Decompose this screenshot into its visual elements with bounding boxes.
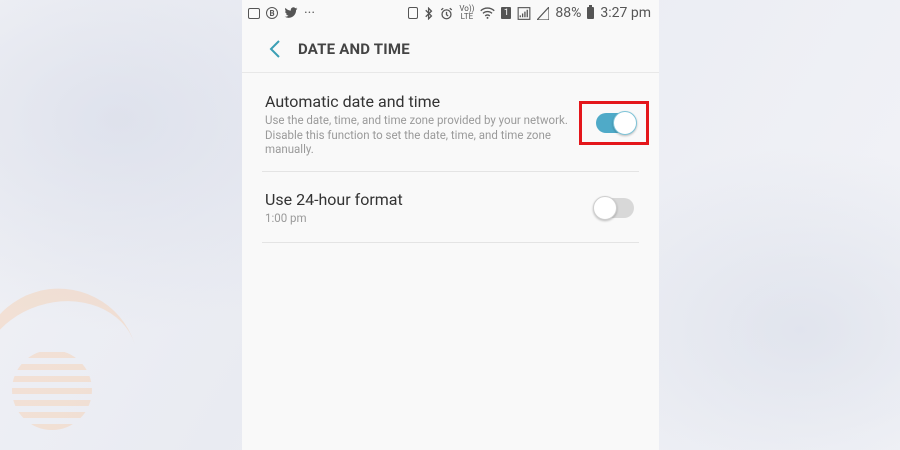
sim-slot-label: 1	[501, 7, 512, 19]
highlight-box	[579, 101, 649, 145]
setting-subtitle: 1:00 pm	[265, 211, 307, 225]
setting-24-hour-format[interactable]: Use 24-hour format 1:00 pm	[262, 172, 639, 243]
sim-icon: 1	[501, 7, 512, 19]
status-bar: B ··· Vo)) LTE 1 88% 3:27 pm	[242, 0, 659, 26]
battery-icon	[587, 5, 595, 19]
setting-title: Automatic date and time	[265, 92, 441, 111]
signal-icon	[517, 6, 531, 20]
page-title: DATE AND TIME	[298, 40, 410, 58]
watermark-globe	[12, 350, 92, 430]
toggle-knob	[593, 196, 617, 220]
more-notifications-icon: ···	[304, 5, 315, 21]
battery-percent: 88%	[555, 5, 582, 21]
app-header: DATE AND TIME	[242, 26, 659, 73]
setting-title: Use 24-hour format	[265, 190, 403, 209]
volte-icon: Vo)) LTE	[459, 5, 474, 21]
signal-strength-icon	[537, 6, 550, 20]
bluetooth-icon	[424, 6, 434, 20]
alarm-icon	[440, 7, 453, 20]
twitter-icon	[284, 7, 298, 19]
status-right: Vo)) LTE 1 88% 3:27 pm	[408, 5, 651, 21]
24-hour-format-toggle[interactable]	[593, 196, 634, 220]
status-left: B ···	[248, 5, 315, 21]
b-app-icon: B	[266, 7, 278, 19]
device-icon	[408, 7, 419, 19]
status-time: 3:27 pm	[600, 5, 651, 21]
volte-bottom-label: LTE	[460, 12, 474, 21]
wifi-icon	[480, 7, 496, 19]
back-arrow-icon[interactable]	[262, 39, 288, 59]
phone-screen: B ··· Vo)) LTE 1 88% 3:27 pm DATE AND TI…	[242, 0, 659, 450]
gallery-icon	[248, 7, 260, 19]
setting-subtitle: Use the date, time, and time zone provid…	[265, 113, 568, 156]
